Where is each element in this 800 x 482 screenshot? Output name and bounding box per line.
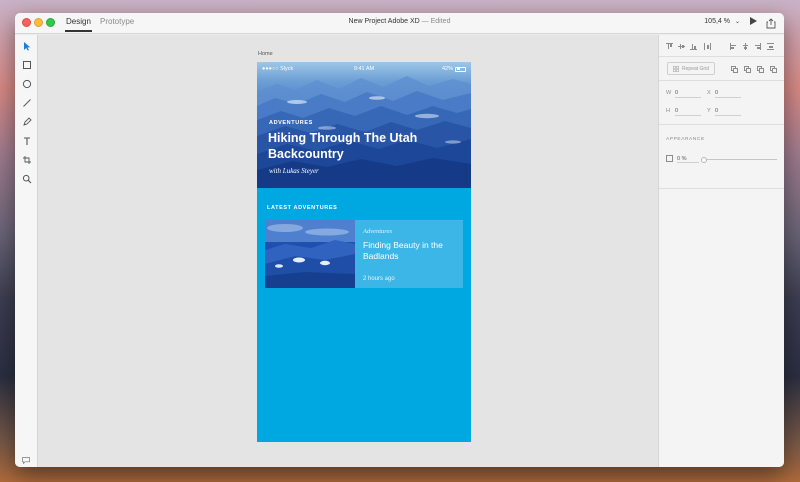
hero-image[interactable]: ●●●○○ Slyck 9:41 AM 42% ADVENTURES Hikin…	[257, 62, 471, 188]
document-edited-status: — Edited	[421, 18, 451, 25]
hero-title[interactable]: Hiking Through The Utah Backcountry	[268, 130, 458, 162]
badlands-image	[265, 220, 355, 288]
y-field[interactable]: 0	[715, 108, 741, 116]
opacity-slider-thumb[interactable]	[701, 156, 707, 163]
align-toolbar	[659, 35, 784, 57]
align-middle-icon[interactable]	[678, 43, 685, 50]
chevron-down-icon: ⌄	[734, 19, 740, 25]
zoom-dropdown[interactable]: 105,4 % ⌄	[704, 18, 740, 25]
status-time: 9:41 AM	[353, 66, 375, 72]
play-preview-icon[interactable]	[750, 17, 757, 25]
opacity-slider[interactable]	[701, 156, 777, 163]
opacity-field[interactable]: 0 %	[677, 156, 699, 163]
boolean-subtract-icon[interactable]	[744, 66, 751, 73]
transform-fields: W 0 X 0 H 0 Y 0	[659, 81, 784, 125]
boolean-add-icon[interactable]	[731, 66, 738, 73]
appearance-title: APPEARANCE	[666, 137, 705, 142]
title-bar: Design Prototype New Project Adobe XD — …	[15, 13, 784, 34]
pen-icon[interactable]	[21, 116, 32, 127]
height-label: H	[666, 108, 670, 114]
status-bar: ●●●○○ Slyck 9:41 AM 42%	[257, 66, 471, 74]
card-time[interactable]: 2 hours ago	[363, 276, 395, 282]
battery-icon	[455, 66, 466, 72]
design-canvas[interactable]: Home ●●●○○ Slyck 9:41 AM 42% ADVENTURES …	[38, 35, 658, 467]
artboard-home[interactable]: ●●●○○ Slyck 9:41 AM 42% ADVENTURES Hikin…	[257, 62, 471, 442]
boolean-exclude-icon[interactable]	[770, 66, 777, 73]
document-title: New Project Adobe XD — Edited	[15, 18, 784, 25]
share-icon[interactable]	[766, 16, 776, 29]
distribute-horizontal-icon[interactable]	[767, 43, 774, 50]
distribute-vertical-icon[interactable]	[704, 43, 711, 50]
repeat-grid-row: Repeat Grid	[659, 57, 784, 81]
x-field[interactable]: 0	[715, 90, 741, 98]
repeat-grid-label: Repeat Grid	[682, 65, 709, 72]
document-name: New Project Adobe XD	[348, 18, 420, 25]
zoom-icon[interactable]	[21, 173, 32, 184]
artboard-icon[interactable]	[21, 154, 32, 165]
x-label: X	[707, 90, 711, 96]
hero-eyebrow[interactable]: ADVENTURES	[269, 120, 313, 126]
battery-status: 42%	[442, 66, 466, 72]
property-inspector: Repeat Grid W 0 X 0 H 0 Y 0 APPEARANCE 0…	[658, 35, 784, 467]
card-image[interactable]	[265, 220, 355, 288]
opacity-icon	[666, 155, 673, 162]
repeat-grid-button[interactable]: Repeat Grid	[667, 62, 715, 75]
height-field[interactable]: 0	[675, 108, 701, 116]
battery-percent: 42%	[441, 66, 453, 72]
xd-window: Design Prototype New Project Adobe XD — …	[15, 13, 784, 467]
align-left-icon[interactable]	[730, 43, 737, 50]
select-icon[interactable]	[21, 40, 32, 51]
adventure-card[interactable]: Adventures Finding Beauty in the Badland…	[265, 220, 463, 288]
card-title[interactable]: Finding Beauty in the Badlands	[363, 240, 459, 261]
ellipse-icon[interactable]	[21, 78, 32, 89]
align-top-icon[interactable]	[666, 43, 673, 50]
feedback-icon[interactable]	[22, 451, 30, 465]
repeat-grid-icon	[673, 65, 679, 72]
appearance-section: APPEARANCE 0 %	[659, 125, 784, 189]
align-center-icon[interactable]	[742, 43, 749, 50]
hero-byline[interactable]: with Lukas Steyer	[269, 167, 319, 175]
zoom-level: 105,4 %	[704, 18, 730, 25]
y-label: Y	[707, 108, 711, 114]
artboard-label[interactable]: Home	[258, 51, 273, 57]
text-icon[interactable]	[21, 135, 32, 146]
width-field[interactable]: 0	[675, 90, 701, 98]
card-category[interactable]: Adventures	[363, 228, 392, 235]
tools-panel	[15, 35, 38, 467]
section-heading[interactable]: LATEST ADVENTURES	[267, 205, 337, 211]
line-icon[interactable]	[21, 97, 32, 108]
boolean-intersect-icon[interactable]	[757, 66, 764, 73]
align-bottom-icon[interactable]	[690, 43, 697, 50]
align-right-icon[interactable]	[754, 43, 761, 50]
rectangle-icon[interactable]	[21, 59, 32, 70]
width-label: W	[666, 90, 672, 96]
